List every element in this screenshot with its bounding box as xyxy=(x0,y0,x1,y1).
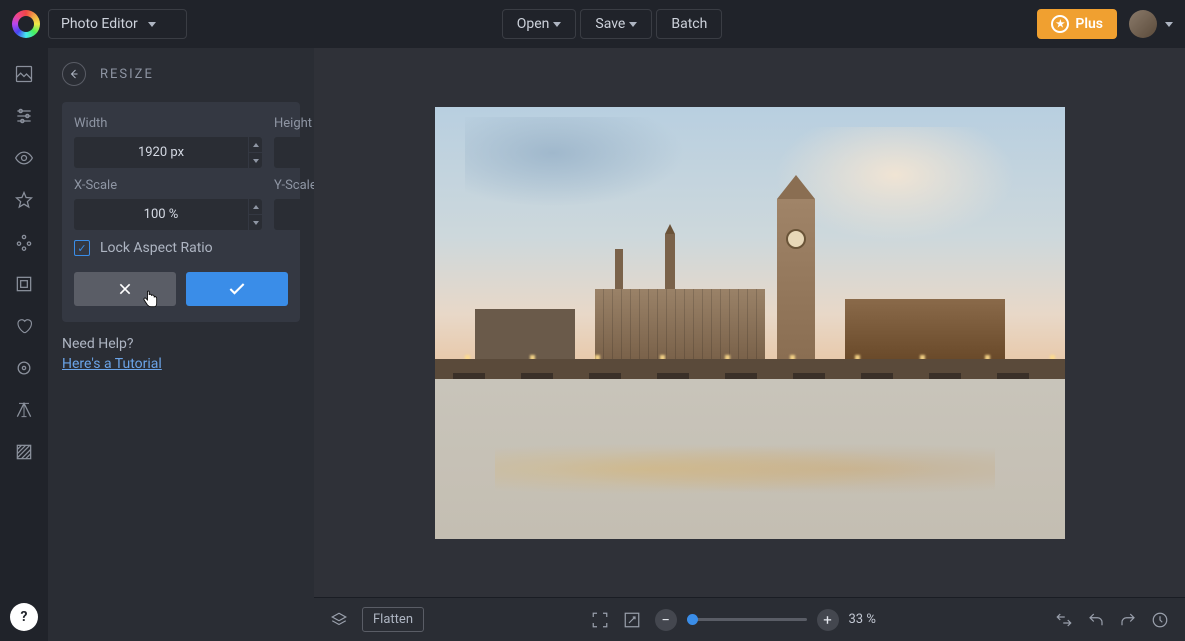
account-menu[interactable] xyxy=(1129,10,1173,38)
zoom-percent: 33 % xyxy=(849,612,889,627)
tutorial-link[interactable]: Here's a Tutorial xyxy=(62,356,162,372)
gear-icon[interactable] xyxy=(14,358,34,378)
width-step-down[interactable] xyxy=(249,153,262,168)
flatten-button[interactable]: Flatten xyxy=(362,607,424,632)
width-label: Width xyxy=(74,116,262,131)
undo-icon[interactable] xyxy=(1087,611,1105,629)
resize-panel: RESIZE Width Height X-Scale xyxy=(48,48,314,641)
chevron-down-icon xyxy=(1165,22,1173,27)
chevron-down-icon xyxy=(629,22,637,27)
chevron-down-icon xyxy=(148,22,156,27)
zoom-out-button[interactable]: − xyxy=(655,609,677,631)
zoom-controls: − + 33 % xyxy=(655,609,889,631)
lock-aspect-label: Lock Aspect Ratio xyxy=(100,240,213,256)
mode-dropdown[interactable]: Photo Editor xyxy=(48,9,187,39)
xscale-step-down[interactable] xyxy=(249,215,262,230)
top-bar: Photo Editor Open Save Batch ★ Plus xyxy=(0,0,1185,48)
yscale-label: Y-Scale xyxy=(274,178,314,193)
back-button[interactable] xyxy=(62,62,86,86)
xscale-input[interactable] xyxy=(74,199,248,230)
width-input[interactable] xyxy=(74,137,248,168)
app-logo[interactable] xyxy=(12,10,40,38)
texture-icon[interactable] xyxy=(14,442,34,462)
zoom-slider[interactable] xyxy=(687,618,807,621)
xscale-label: X-Scale xyxy=(74,178,262,193)
xscale-step-up[interactable] xyxy=(249,199,262,214)
star-icon: ★ xyxy=(1051,15,1069,33)
avatar xyxy=(1129,10,1157,38)
canvas-area[interactable] xyxy=(314,48,1185,597)
text-icon[interactable] xyxy=(14,400,34,420)
image-tool-icon[interactable] xyxy=(14,64,34,84)
chevron-down-icon xyxy=(553,22,561,27)
height-label: Height xyxy=(274,116,314,131)
history-icon[interactable] xyxy=(1151,611,1169,629)
bottom-bar: Flatten − + 33 % xyxy=(314,597,1185,641)
eye-icon[interactable] xyxy=(14,148,34,168)
save-button[interactable]: Save xyxy=(580,9,652,39)
cancel-button[interactable] xyxy=(74,272,176,306)
compare-icon[interactable] xyxy=(1055,611,1073,629)
help-question: Need Help? xyxy=(62,336,300,352)
batch-button[interactable]: Batch xyxy=(656,9,722,39)
lock-aspect-checkbox[interactable]: ✓ xyxy=(74,240,90,256)
panel-title: RESIZE xyxy=(100,67,154,82)
redo-icon[interactable] xyxy=(1119,611,1137,629)
actual-size-icon[interactable] xyxy=(623,611,641,629)
width-step-up[interactable] xyxy=(249,137,262,152)
frame-icon[interactable] xyxy=(14,274,34,294)
tool-rail xyxy=(0,48,48,641)
fit-screen-icon[interactable] xyxy=(591,611,609,629)
close-icon xyxy=(117,281,133,297)
yscale-input[interactable] xyxy=(274,199,314,230)
plus-upgrade-button[interactable]: ★ Plus xyxy=(1037,9,1117,39)
photo-preview xyxy=(435,107,1065,539)
sliders-icon[interactable] xyxy=(14,106,34,126)
apply-button[interactable] xyxy=(186,272,288,306)
heart-icon[interactable] xyxy=(14,316,34,336)
help-button[interactable]: ? xyxy=(10,603,38,631)
dots-icon[interactable] xyxy=(14,232,34,252)
open-button[interactable]: Open xyxy=(502,9,577,39)
check-icon xyxy=(227,279,247,299)
layers-icon[interactable] xyxy=(330,611,348,629)
star-icon[interactable] xyxy=(14,190,34,210)
height-input[interactable] xyxy=(274,137,314,168)
mode-label: Photo Editor xyxy=(61,16,138,32)
zoom-in-button[interactable]: + xyxy=(817,609,839,631)
